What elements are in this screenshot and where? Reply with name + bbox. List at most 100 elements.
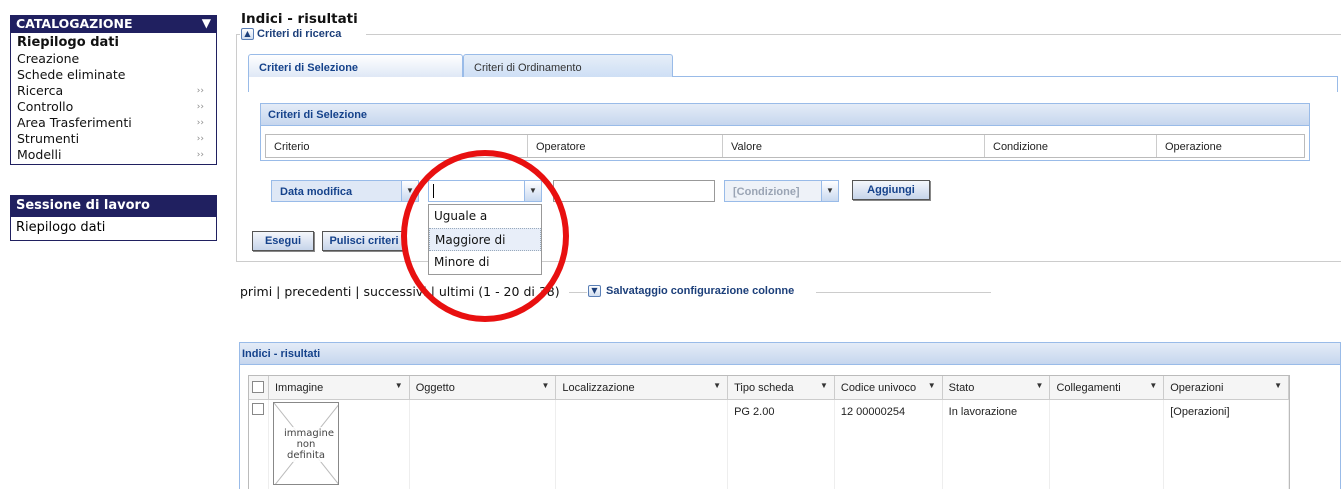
column-label: Operazioni [1170,382,1224,394]
sidebar-item-riepilogo-dati[interactable]: Riepilogo dati [17,35,210,51]
chevron-down-icon[interactable]: ▼ [713,381,721,390]
col-operatore: Operatore [528,135,723,157]
chevron-down-icon[interactable]: ▼ [1274,381,1282,390]
sidebar-item-label: Riepilogo dati [17,35,119,50]
cell-immagine: immagine non definita [269,400,410,489]
page-title: Indici - risultati [241,11,358,27]
sidebar-item-schede-eliminate[interactable]: Schede eliminate [17,67,210,83]
save-columns-label: Salvataggio configurazione colonne [606,285,795,297]
sidebar-header-label: CATALOGAZIONE [16,16,133,31]
col-tipo-scheda[interactable]: Tipo scheda ▼ [728,376,835,399]
col-oggetto[interactable]: Oggetto ▼ [410,376,557,399]
row-select-cell [249,400,269,489]
sidebar-item-controllo[interactable]: Controllo ›› [17,99,210,115]
criterio-combo[interactable]: Data modifica ▼ [271,180,419,202]
criteria-legend-label: Criteri di ricerca [257,28,342,40]
sidebar-item-label: Modelli [17,147,62,162]
sidebar-item-label: Ricerca [17,83,64,98]
sidebar-item-area-trasferimenti[interactable]: Area Trasferimenti ›› [17,115,210,131]
operator-combo[interactable]: ▼ [428,180,542,202]
expand-down-icon[interactable]: ▼ [588,285,601,297]
cell-operazioni[interactable]: [Operazioni] [1164,400,1290,489]
tab-criteri-ordinamento[interactable]: Criteri di Ordinamento [463,54,673,77]
sidebar-item-ricerca[interactable]: Ricerca ›› [17,83,210,99]
column-label: Tipo scheda [734,382,794,394]
criterio-combo-value: Data modifica [280,186,353,198]
save-columns-legend[interactable]: ▼ Salvataggio configurazione colonne [588,285,794,297]
column-label: Codice univoco [840,382,917,394]
execute-button[interactable]: Esegui [252,231,314,251]
criteria-legend[interactable]: ▲ Criteri di ricerca [241,27,346,41]
sidebar-header[interactable]: CATALOGAZIONE ▼ [10,15,217,33]
results-grid: Immagine ▼ Oggetto ▼ Localizzazione ▼ Tipo … [248,375,1290,489]
col-localizzazione[interactable]: Localizzazione ▼ [556,376,729,399]
cell-localizzazione [556,400,729,489]
value-input[interactable] [553,180,715,202]
col-condizione: Condizione [985,135,1157,157]
submenu-arrow-icon: ›› [196,134,204,144]
select-all-cell [249,376,269,399]
submenu-arrow-icon: ›› [196,150,204,160]
col-immagine[interactable]: Immagine ▼ [269,376,410,399]
collapse-triangle-icon[interactable]: ▼ [202,14,211,32]
option-minore-di[interactable]: Minore di [429,251,541,274]
select-all-checkbox[interactable] [252,381,264,393]
option-uguale-a[interactable]: Uguale a [429,205,541,228]
condition-combo-value: [Condizione] [733,186,800,198]
session-header: Sessione di lavoro [10,195,217,217]
chevron-down-icon[interactable]: ▼ [542,381,550,390]
tab-body [248,77,1338,92]
clear-criteria-button[interactable]: Pulisci criteri [322,231,406,251]
column-label: Collegamenti [1056,382,1121,394]
tab-criteri-selezione[interactable]: Criteri di Selezione [248,54,463,77]
col-stato[interactable]: Stato ▼ [943,376,1051,399]
submenu-arrow-icon: ›› [196,118,204,128]
criteria-tabs: Criteri di Selezione Criteri di Ordiname… [248,54,1338,77]
sidebar-item-label: Area Trasferimenti [17,115,132,130]
sidebar-item-strumenti[interactable]: Strumenti ›› [17,131,210,147]
sidebar-item-creazione[interactable]: Creazione [17,51,210,67]
chevron-down-icon[interactable]: ▼ [821,181,838,201]
chevron-down-icon[interactable]: ▼ [401,181,418,201]
chevron-down-icon[interactable]: ▼ [1036,381,1044,390]
cell-tipo-scheda: PG 2.00 [728,400,835,489]
results-panel-title: Indici - risultati [240,343,1340,365]
column-label: Oggetto [415,382,455,394]
results-grid-header: Immagine ▼ Oggetto ▼ Localizzazione ▼ Tipo … [249,376,1290,400]
submenu-arrow-icon: ›› [196,86,204,96]
col-operazione: Operazione [1165,141,1222,153]
cell-stato: In lavorazione [943,400,1051,489]
option-maggiore-di[interactable]: Maggiore di [429,228,541,251]
selection-columns: Criterio Operatore Valore Condizione Ope… [265,134,1305,158]
text-cursor [433,184,434,198]
save-columns-line [816,292,991,293]
row-checkbox[interactable] [252,403,264,415]
image-placeholder-text: immagine non definita [279,427,334,462]
chevron-down-icon[interactable]: ▼ [524,181,541,201]
session-item[interactable]: Riepilogo dati [10,217,217,241]
chevron-down-icon[interactable]: ▼ [1149,381,1157,390]
cell-oggetto [410,400,557,489]
column-label: Immagine [274,382,324,394]
chevron-down-icon[interactable]: ▼ [928,381,936,390]
submenu-arrow-icon: ›› [196,102,204,112]
sidebar: CATALOGAZIONE ▼ Riepilogo dati Creazione… [10,15,217,165]
column-label: Stato [948,382,975,394]
collapse-up-icon[interactable]: ▲ [241,28,254,40]
sidebar-item-label: Creazione [17,51,80,66]
col-collegamenti[interactable]: Collegamenti ▼ [1050,376,1165,399]
image-placeholder[interactable]: immagine non definita [272,402,339,485]
col-valore: Valore [723,135,985,157]
sidebar-item-modelli[interactable]: Modelli ›› [17,147,210,163]
col-codice-univoco[interactable]: Codice univoco ▼ [835,376,943,399]
col-operazioni[interactable]: Operazioni ▼ [1164,376,1290,399]
sidebar-item-label: Controllo [17,99,74,114]
chevron-down-icon[interactable]: ▼ [395,381,403,390]
add-button[interactable]: Aggiungi [852,180,930,200]
pager[interactable]: primi | precedenti | successivi | ultimi… [240,284,560,299]
chevron-down-icon[interactable]: ▼ [820,381,828,390]
cell-collegamenti [1050,400,1165,489]
criteria-fieldset-line [366,34,1341,35]
operator-dropdown-list: Uguale a Maggiore di Minore di [428,204,542,275]
condition-combo[interactable]: [Condizione] ▼ [724,180,839,202]
